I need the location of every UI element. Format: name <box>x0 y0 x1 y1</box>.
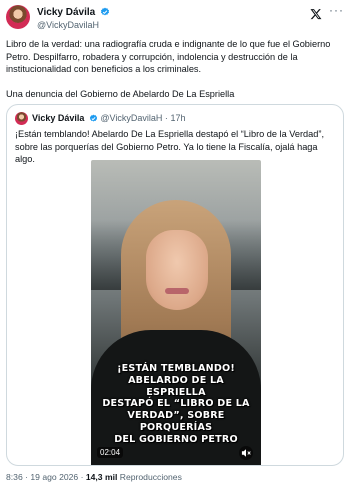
quoted-time: 17h <box>170 113 186 123</box>
post-time[interactable]: 8:36 <box>6 472 23 482</box>
more-options-icon[interactable]: ··· <box>329 4 344 16</box>
tweet: Vicky Dávila @VickyDavilaH ··· Libro de … <box>0 0 350 490</box>
avatar[interactable] <box>6 5 30 29</box>
tweet-footer: 8:36 · 19 ago 2026 · 14,3 mil Reproducci… <box>6 472 182 482</box>
video-person-lips <box>165 288 189 294</box>
quoted-avatar <box>15 112 28 125</box>
quoted-author-handle: @VickyDavilaH <box>100 113 163 123</box>
video-duration: 02:04 <box>97 447 124 458</box>
tweet-paragraph-1: Libro de la verdad: una radiografía crud… <box>6 39 331 75</box>
post-date[interactable]: 19 ago 2026 <box>30 472 78 482</box>
author-name[interactable]: Vicky Dávila <box>37 7 95 18</box>
quoted-tweet-header: Vicky Dávila @VickyDavilaH · 17h <box>15 112 335 126</box>
video-caption-line: VERDAD”, SOBRE PORQUERÍAS <box>127 410 225 433</box>
footer-separator: · <box>25 472 28 482</box>
video-player[interactable]: ¡ESTÁN TEMBLANDO! ABELARDO DE LA ESPRIEL… <box>91 160 261 465</box>
verified-badge-icon <box>89 114 98 122</box>
video-caption: ¡ESTÁN TEMBLANDO! ABELARDO DE LA ESPRIEL… <box>97 363 255 446</box>
views-label: Reproducciones <box>119 472 182 482</box>
mute-icon-glyph <box>241 449 251 457</box>
tweet-paragraph-2: Una denuncia del Gobierno de Abelardo De… <box>6 89 235 100</box>
video-caption-line: ¡ESTÁN TEMBLANDO! <box>117 363 235 374</box>
video-caption-line: DEL GOBIERNO PETRO <box>114 433 238 445</box>
video-person-face <box>146 230 208 310</box>
author-name-row[interactable]: Vicky Dávila <box>37 7 110 18</box>
quoted-separator: · <box>164 113 168 123</box>
tweet-header: Vicky Dávila @VickyDavilaH ··· <box>6 4 344 34</box>
quoted-meta: Vicky Dávila @VickyDavilaH · 17h <box>32 113 185 123</box>
views-count: 14,3 mil <box>85 472 118 482</box>
verified-badge-icon <box>100 7 110 16</box>
video-caption-line: DESTAPÓ EL “LIBRO DE LA <box>102 398 250 410</box>
mute-icon[interactable] <box>239 446 253 460</box>
tweet-text: Libro de la verdad: una radiografía crud… <box>6 38 342 101</box>
x-logo-icon <box>310 9 322 20</box>
author-handle[interactable]: @VickyDavilaH <box>37 20 99 30</box>
quoted-author-name: Vicky Dávila <box>32 113 85 123</box>
footer-separator: · <box>80 472 84 482</box>
video-caption-line: ABELARDO DE LA ESPRIELLA <box>128 374 224 398</box>
quoted-tweet-card[interactable]: Vicky Dávila @VickyDavilaH · 17h ¡Están … <box>6 104 344 466</box>
